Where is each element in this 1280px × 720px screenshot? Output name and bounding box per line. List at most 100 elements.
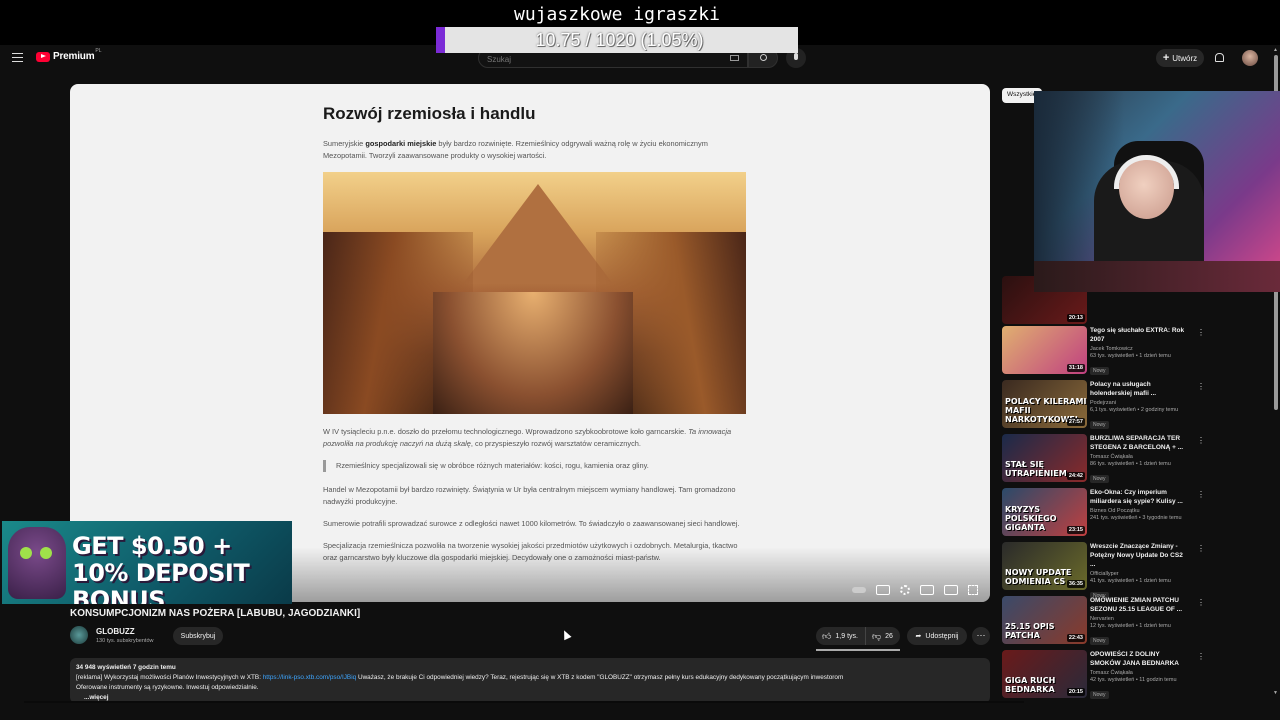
video-thumbnail[interactable]: STAŁ SIĘ UTRAPIENIEM 24:42: [1002, 434, 1087, 482]
video-thumbnail[interactable]: 25.15 OPIS PATCHA 22:43: [1002, 596, 1087, 644]
notifications-bell-icon[interactable]: [1215, 53, 1224, 62]
channel-name[interactable]: Tomasz Ćwiąkała: [1090, 670, 1270, 676]
video-description[interactable]: 34 948 wyświetleń 7 godzin temu [reklama…: [70, 658, 990, 703]
kebab-menu-icon[interactable]: ⋮: [1197, 436, 1205, 445]
like-dislike-group: 👍︎ 1,9 tys. 👎︎ 26: [816, 627, 900, 645]
miniplayer-icon[interactable]: [920, 585, 934, 595]
video-info: OPOWIEŚCI Z DOLINY SMOKÓW JANA BEDNARKA T…: [1090, 650, 1270, 701]
document-quote: Rzemieślnicy specjalizowali się w obróbc…: [323, 460, 743, 472]
channel-name[interactable]: Officiallyper: [1090, 571, 1270, 577]
channel-name[interactable]: GLOBUZZ: [96, 627, 135, 636]
video-thumbnail[interactable]: KRYZYS POLSKIEGO GIGANTA 23:15: [1002, 488, 1087, 536]
paragraph-text: , co przyspieszyło rozwój warsztatów cer…: [470, 439, 641, 448]
recommended-video[interactable]: KRYZYS POLSKIEGO GIGANTA 23:15 Eko-Okna: C…: [1002, 488, 1272, 540]
video-title[interactable]: Wreszcie Znaczące Zmiany - Potężny Nowy …: [1090, 542, 1190, 569]
recommended-video[interactable]: 31:18 Tego się słuchało EXTRA: Rok 2007 Ja…: [1002, 326, 1272, 378]
dislike-button[interactable]: 👎︎ 26: [866, 631, 899, 642]
video-thumbnail[interactable]: POLACY KILERAMI MAFII NARKOTYKOWEJ 27:57: [1002, 380, 1087, 428]
description-line-1: [reklama] Wykorzystaj możliwości Planów …: [76, 673, 984, 683]
mascot-eye: [40, 547, 52, 559]
video-thumbnail[interactable]: 31:18: [1002, 326, 1087, 374]
streamer-webcam: [1034, 91, 1280, 292]
channel-name[interactable]: Jacek Tomkowicz: [1090, 346, 1270, 352]
recommended-video[interactable]: POLACY KILERAMI MAFII NARKOTYKOWEJ 27:57 P…: [1002, 380, 1272, 432]
video-duration: 20:13: [1066, 314, 1085, 322]
channel-name[interactable]: Tomasz Ćwiąkała: [1090, 454, 1270, 460]
description-text: [reklama] Wykorzystaj możliwości Planów …: [76, 674, 263, 681]
recommended-video[interactable]: GIGA RUCH BEDNARKA 20:15 OPOWIEŚCI Z DOLIN…: [1002, 650, 1272, 702]
donation-goal-bar: 10.75 / 1020 (1.05%): [436, 27, 798, 53]
video-thumbnail[interactable]: NOWY UPDATE ODMIENIA CS 36:35: [1002, 542, 1087, 590]
document-title: Rozwój rzemiosła i handlu: [323, 104, 536, 123]
youtube-logo[interactable]: Premium PL: [36, 48, 102, 62]
deposit-bonus-ad[interactable]: GET $0.50 + 10% DEPOSIT BONUS: [2, 521, 292, 604]
subtitles-icon[interactable]: [876, 585, 890, 595]
keyboard-icon[interactable]: [730, 55, 739, 61]
settings-gear-icon[interactable]: [900, 585, 910, 595]
kebab-menu-icon[interactable]: ⋮: [1197, 490, 1205, 499]
video-info: BURZLIWA SEPARACJA TER STEGENA Z BARCELO…: [1090, 434, 1270, 485]
video-title[interactable]: OPOWIEŚCI Z DOLINY SMOKÓW JANA BEDNARKA: [1090, 650, 1190, 668]
description-line-2: Oferowane instrumenty są ryzykowne. Inwe…: [76, 684, 259, 691]
new-badge: Nowy: [1090, 367, 1109, 375]
video-title[interactable]: Polacy na usługach holenderskiej mafii .…: [1090, 380, 1190, 398]
stream-title: wujaszkowe igraszki: [514, 4, 720, 25]
view-stats: 34 948 wyświetleń 7 godzin temu: [76, 664, 176, 671]
video-title[interactable]: Tego się słuchało EXTRA: Rok 2007: [1090, 326, 1190, 344]
like-ratio-bar: [816, 649, 900, 651]
ad-text: GET $0.50 + 10% DEPOSIT BONUS: [72, 532, 250, 605]
video-thumbnail[interactable]: GIGA RUCH BEDNARKA 20:15: [1002, 650, 1087, 698]
new-badge: Nowy: [1090, 475, 1109, 483]
video-meta: 86 tys. wyświetleń • 1 dzień temu: [1090, 461, 1171, 467]
channel-name[interactable]: Biznes Od Początku: [1090, 508, 1270, 514]
create-button[interactable]: + Utwórz: [1156, 49, 1204, 67]
theater-mode-icon[interactable]: [944, 585, 958, 595]
player-controls: [852, 585, 978, 595]
scroll-up-arrow[interactable]: ▲: [1273, 47, 1278, 53]
video-meta: 6,1 tys. wyświetleń • 2 godziny temu: [1090, 407, 1179, 413]
subscriber-count: 130 tys. subskrybentów: [96, 638, 154, 644]
video-duration: 22:43: [1066, 634, 1085, 642]
more-actions-button[interactable]: ⋯: [972, 627, 990, 645]
kebab-menu-icon[interactable]: ⋮: [1197, 598, 1205, 607]
kebab-menu-icon[interactable]: ⋮: [1197, 544, 1205, 553]
video-duration: 24:42: [1066, 472, 1085, 480]
video-duration: 20:15: [1066, 688, 1085, 696]
kebab-menu-icon[interactable]: ⋮: [1197, 328, 1205, 337]
bottom-divider: [24, 701, 1024, 703]
recommended-video[interactable]: 25.15 OPIS PATCHA 22:43 OMÓWIENIE ZMIAN PA…: [1002, 596, 1272, 648]
description-text: Uważasz, że brakuje Ci odpowiedniej wied…: [356, 674, 844, 681]
video-meta: 12 tys. wyświetleń • 1 dzień temu: [1090, 623, 1171, 629]
account-avatar[interactable]: [1242, 50, 1258, 66]
xtb-link[interactable]: https://link-pso.xtb.com/pso/IJBiq: [263, 674, 356, 681]
kebab-menu-icon[interactable]: ⋮: [1197, 652, 1205, 661]
video-title[interactable]: Eko-Okna: Czy imperium miliardera się sy…: [1090, 488, 1190, 506]
plus-icon: +: [1162, 52, 1170, 64]
fullscreen-icon[interactable]: [968, 585, 978, 595]
video-info: Eko-Okna: Czy imperium miliardera się sy…: [1090, 488, 1270, 521]
logo-text: Premium: [53, 51, 95, 62]
microphone-icon: [794, 53, 798, 60]
like-button[interactable]: 👍︎ 1,9 tys.: [816, 627, 866, 645]
video-duration: 31:18: [1066, 364, 1085, 372]
channel-name[interactable]: Podejrzani: [1090, 400, 1270, 406]
hamburger-menu-icon[interactable]: [12, 53, 23, 62]
channel-avatar[interactable]: [70, 626, 88, 644]
video-document-frame: Rozwój rzemiosła i handlu Sumeryjskie go…: [323, 104, 746, 574]
share-button[interactable]: ➦ Udostępnij: [907, 627, 967, 645]
video-meta: 63 tys. wyświetleń • 1 dzień temu: [1090, 353, 1171, 359]
recommended-video[interactable]: NOWY UPDATE ODMIENIA CS 36:35 Wreszcie Zna…: [1002, 542, 1272, 600]
autoplay-toggle[interactable]: [852, 587, 866, 593]
search-icon: [760, 54, 767, 61]
kebab-menu-icon[interactable]: ⋮: [1197, 382, 1205, 391]
video-title[interactable]: OMÓWIENIE ZMIAN PATCHU SEZONU 25.15 LEAG…: [1090, 596, 1190, 614]
video-title[interactable]: BURZLIWA SEPARACJA TER STEGENA Z BARCELO…: [1090, 434, 1190, 452]
subscribe-button[interactable]: Subskrybuj: [173, 627, 223, 645]
recommended-video[interactable]: STAŁ SIĘ UTRAPIENIEM 24:42 BURZLIWA SEPARA…: [1002, 434, 1272, 486]
donation-goal-text: 10.75 / 1020 (1.05%): [535, 30, 704, 50]
scroll-down-arrow[interactable]: ▼: [1273, 690, 1278, 696]
new-badge: Nowy: [1090, 637, 1109, 645]
marketplace-illustration: [323, 172, 746, 414]
channel-name[interactable]: Nervarien: [1090, 616, 1270, 622]
search-input[interactable]: [479, 50, 709, 69]
